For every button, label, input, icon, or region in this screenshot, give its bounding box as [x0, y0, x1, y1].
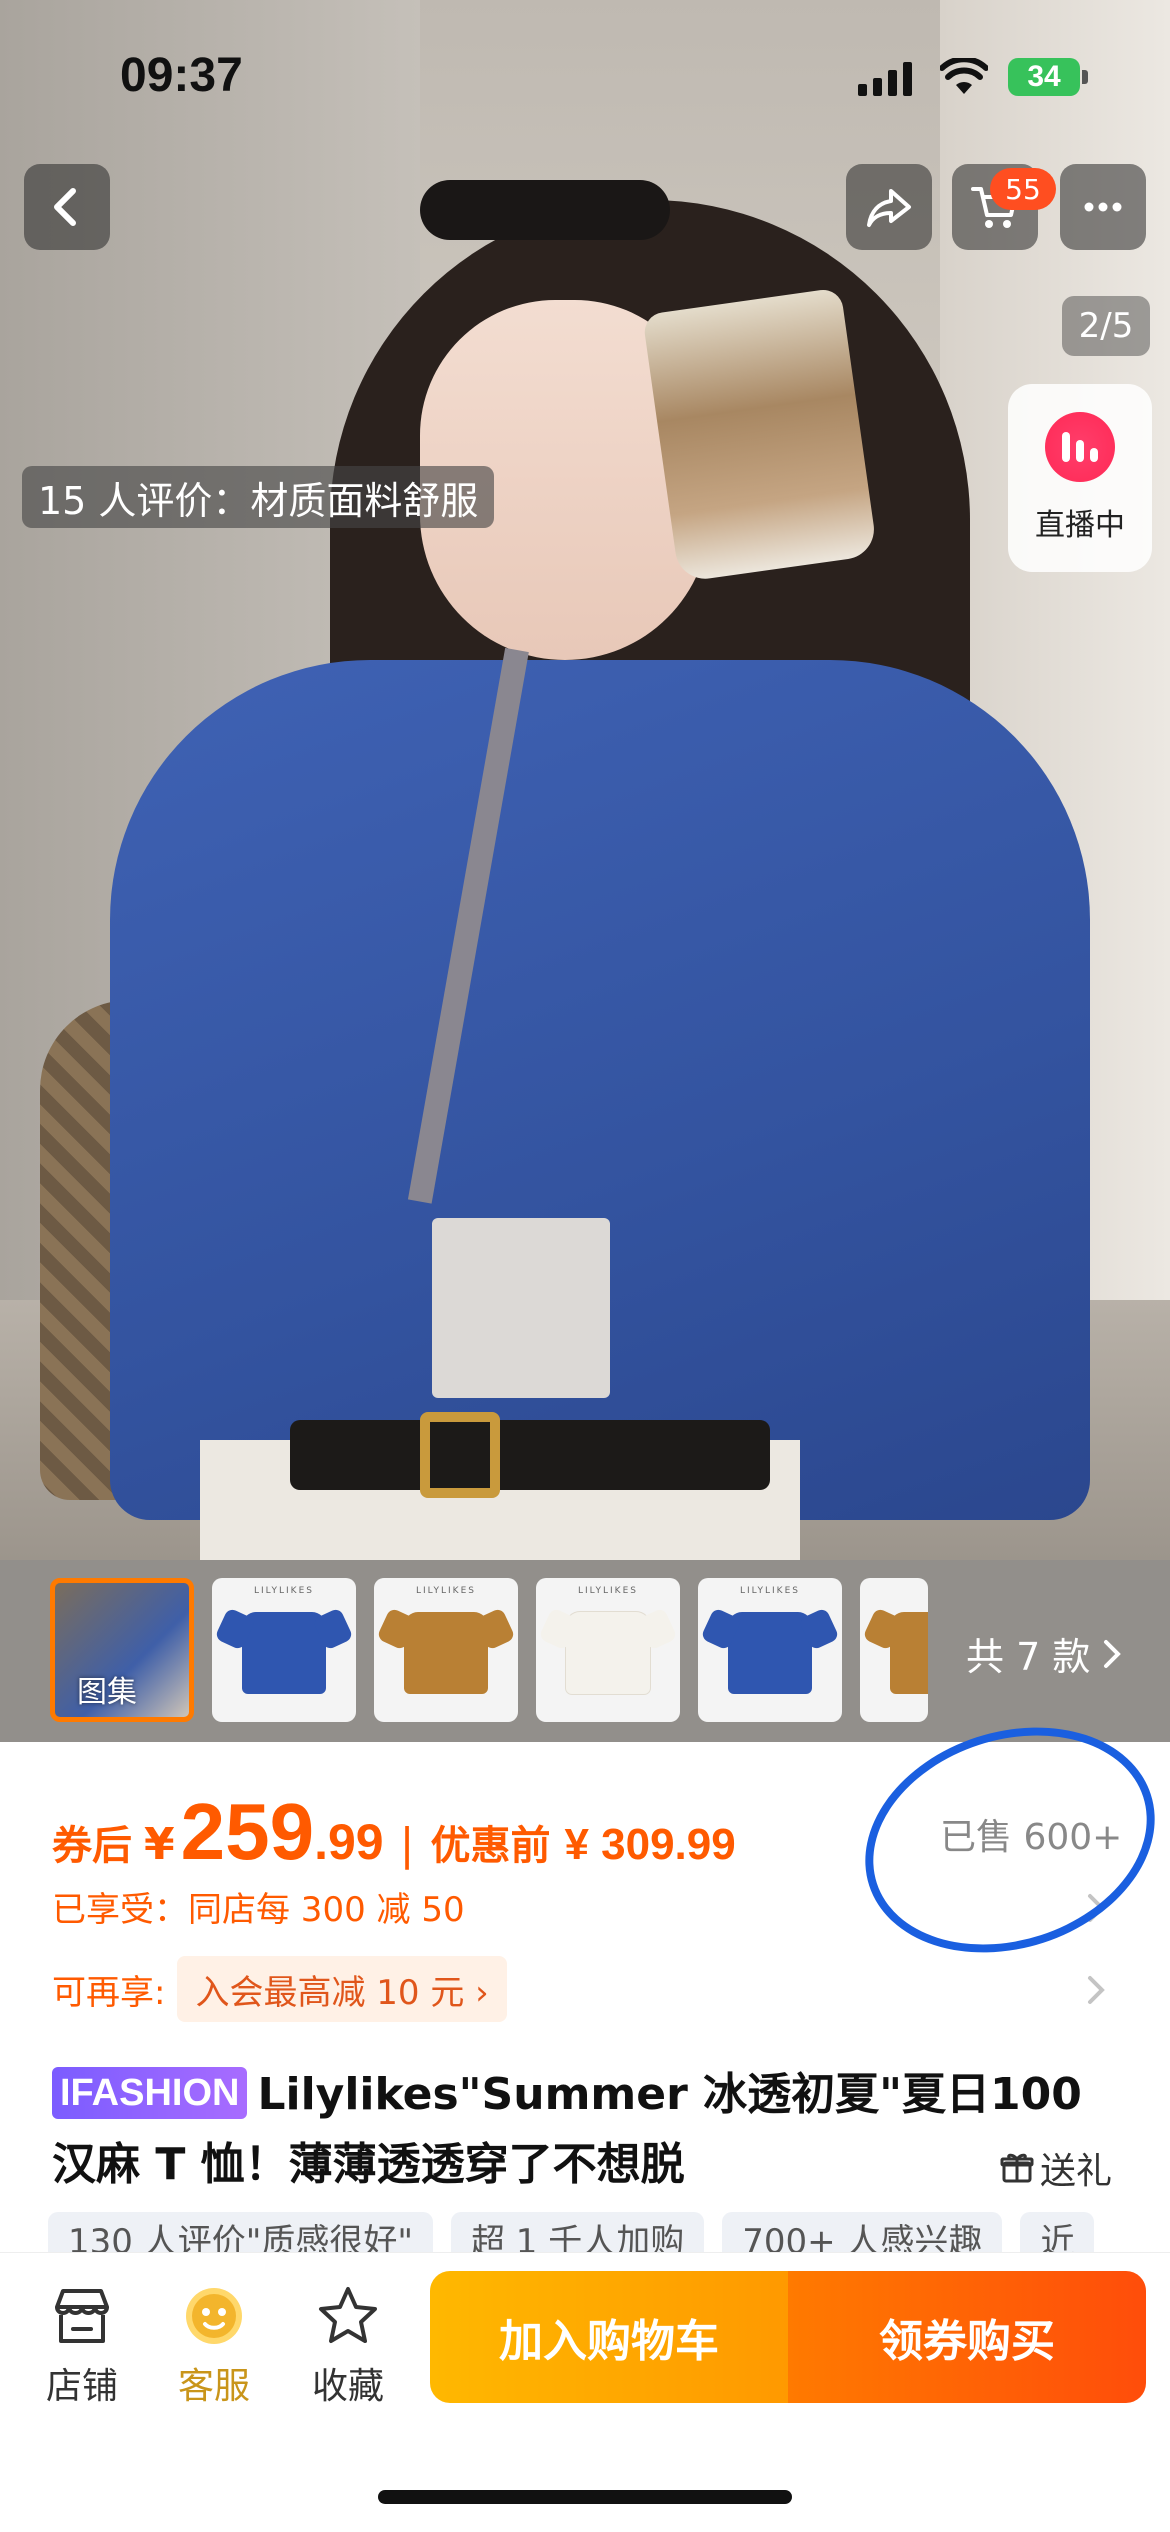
thumbnail-style-4[interactable]: LILYLIKES	[698, 1578, 842, 1722]
gallery-label: 图集	[77, 1675, 137, 1710]
member-discount-chip[interactable]: 入会最高减 10 元 ›	[177, 1956, 507, 2022]
hero-belt	[290, 1420, 770, 1490]
status-bar: 09:37 34	[0, 0, 1170, 150]
battery-tip	[1082, 70, 1088, 84]
more-discount-label: 可再享:	[52, 1972, 166, 2013]
live-icon	[1045, 412, 1115, 482]
all-styles-button[interactable]: 共 7 款	[966, 1626, 1124, 1681]
thumbnail-gallery[interactable]: 图集	[50, 1578, 194, 1722]
live-stream-button[interactable]: 直播中	[1008, 384, 1152, 572]
tshirt-white-image	[566, 1612, 650, 1694]
back-button[interactable]	[24, 164, 110, 250]
thumbnail-style-2[interactable]: LILYLIKES	[374, 1578, 518, 1722]
customer-service-icon	[186, 2288, 242, 2344]
currency-symbol: ¥	[144, 1819, 175, 1870]
signal-icon	[858, 62, 912, 96]
hero-coffee-cup	[642, 287, 878, 583]
thumbnail-brand-text: LILYLIKES	[416, 1586, 476, 1596]
gift-label: 送礼	[1040, 2151, 1113, 2192]
price-row: 券后 ¥ 259 .99 | 优惠前 ¥ 309.99	[52, 1786, 736, 1878]
chevron-right-icon	[1088, 1976, 1105, 2004]
tshirt-tan-image	[404, 1612, 488, 1694]
original-price: ¥ 309.99	[564, 1820, 736, 1869]
tshirt-blue-image	[242, 1612, 326, 1694]
battery-icon: 34	[1008, 58, 1080, 96]
review-highlight-tag[interactable]: 15 人评价：材质面料舒服	[22, 466, 495, 528]
enjoyed-discount[interactable]: 已享受：同店每 300 减 50	[52, 1882, 465, 1931]
more-button[interactable]	[1060, 164, 1146, 250]
status-time: 09:37	[120, 49, 243, 102]
store-label: 店铺	[45, 2366, 118, 2407]
more-discount-row[interactable]: 可再享: 入会最高减 10 元 ›	[52, 1956, 507, 2022]
thumbnail-style-5[interactable]	[860, 1578, 928, 1722]
customer-service-button[interactable]: 客服	[154, 2281, 274, 2409]
tag-chip[interactable]: 700+ 人感兴趣	[722, 2212, 1003, 2252]
chevron-left-icon	[54, 188, 76, 226]
ifashion-badge: IFASHION	[52, 2067, 248, 2119]
store-icon	[55, 2289, 109, 2343]
hero-card-holder	[432, 1218, 610, 1398]
star-icon	[319, 2287, 377, 2343]
after-coupon-label: 券后	[52, 1823, 132, 1869]
gift-icon	[1000, 2153, 1034, 2183]
share-icon	[867, 189, 911, 227]
more-dots-icon	[1084, 202, 1122, 212]
tag-chip[interactable]: 超 1 千人加购	[450, 2212, 705, 2252]
product-title: IFASHION Lilylikes"Summer 冰透初夏"夏日100汉麻 T …	[52, 2060, 1122, 2200]
store-button[interactable]: 店铺	[22, 2281, 142, 2409]
thumbnail-style-3[interactable]: LILYLIKES	[536, 1578, 680, 1722]
thumbnail-style-1[interactable]: LILYLIKES	[212, 1578, 356, 1722]
chevron-right-icon	[1104, 1639, 1122, 1668]
before-discount-label: 优惠前	[430, 1823, 551, 1869]
thumbnail-brand-text: LILYLIKES	[578, 1586, 638, 1596]
image-pager: 2/5	[1062, 296, 1150, 356]
thumbnail-brand-text: LILYLIKES	[740, 1586, 800, 1596]
tag-chip[interactable]: 130 人评价"质感很好"	[48, 2212, 433, 2252]
live-label: 直播中	[1035, 508, 1125, 543]
tag-chips-row: 130 人评价"质感很好" 超 1 千人加购 700+ 人感兴趣 近	[48, 2212, 1170, 2252]
gift-button[interactable]: 送礼	[1000, 2142, 1112, 2194]
wifi-icon	[940, 58, 988, 94]
tag-chip[interactable]: 近	[1020, 2212, 1095, 2252]
cart-count-badge: 55	[990, 168, 1056, 210]
share-button[interactable]	[846, 164, 932, 250]
price-integer: 259	[180, 1787, 315, 1876]
hero-belt-buckle	[420, 1412, 500, 1498]
hero-sunglasses	[420, 180, 670, 240]
price-separator: |	[399, 1819, 415, 1870]
add-to-cart-button[interactable]: 加入购物车	[430, 2271, 788, 2403]
buy-with-coupon-button[interactable]: 领券购买	[788, 2271, 1146, 2403]
home-indicator[interactable]	[378, 2490, 792, 2504]
favorite-label: 收藏	[311, 2366, 384, 2407]
tshirt-blue-image	[728, 1612, 812, 1694]
price-decimal: .99	[314, 1814, 384, 1870]
favorite-button[interactable]: 收藏	[288, 2281, 408, 2409]
customer-service-label: 客服	[177, 2366, 250, 2407]
tshirt-tan-image	[890, 1612, 928, 1694]
thumbnail-brand-text: LILYLIKES	[254, 1586, 314, 1596]
styles-count-label: 共 7 款	[966, 1635, 1091, 1679]
